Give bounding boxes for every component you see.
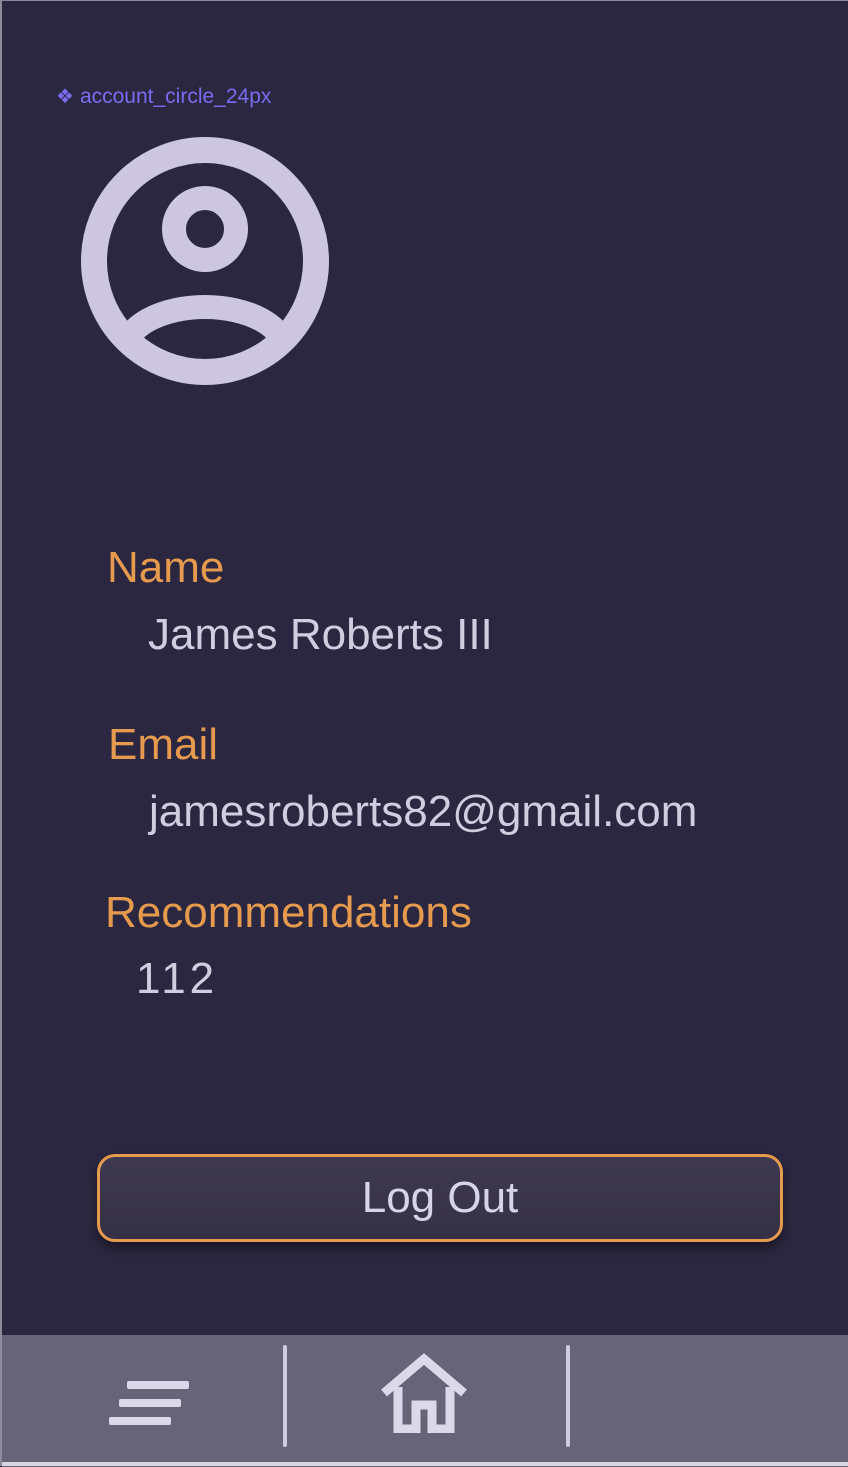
email-label: Email bbox=[108, 720, 219, 769]
component-tag-label: account_circle_24px bbox=[79, 85, 272, 108]
email-value: jamesroberts82@gmail.com bbox=[149, 787, 698, 836]
name-label: Name bbox=[107, 543, 225, 592]
recommendations-value: 112 bbox=[136, 954, 219, 1003]
home-icon[interactable] bbox=[378, 1353, 470, 1433]
logout-button-label: Log Out bbox=[361, 1173, 519, 1222]
profile-screen: ❖ account_circle_24px Name James Roberts… bbox=[0, 0, 848, 1467]
account-circle-icon bbox=[81, 137, 329, 385]
menu-icon[interactable] bbox=[107, 1379, 191, 1427]
nav-divider bbox=[566, 1345, 570, 1447]
bottom-edge bbox=[2, 1462, 848, 1466]
name-value: James Roberts III bbox=[148, 610, 493, 659]
component-tag: ❖ account_circle_24px bbox=[56, 83, 271, 111]
bottom-nav bbox=[2, 1335, 848, 1467]
nav-divider bbox=[283, 1345, 287, 1447]
component-diamond-icon: ❖ bbox=[56, 86, 74, 108]
recommendations-label: Recommendations bbox=[105, 888, 472, 937]
logout-button[interactable]: Log Out bbox=[97, 1154, 783, 1242]
